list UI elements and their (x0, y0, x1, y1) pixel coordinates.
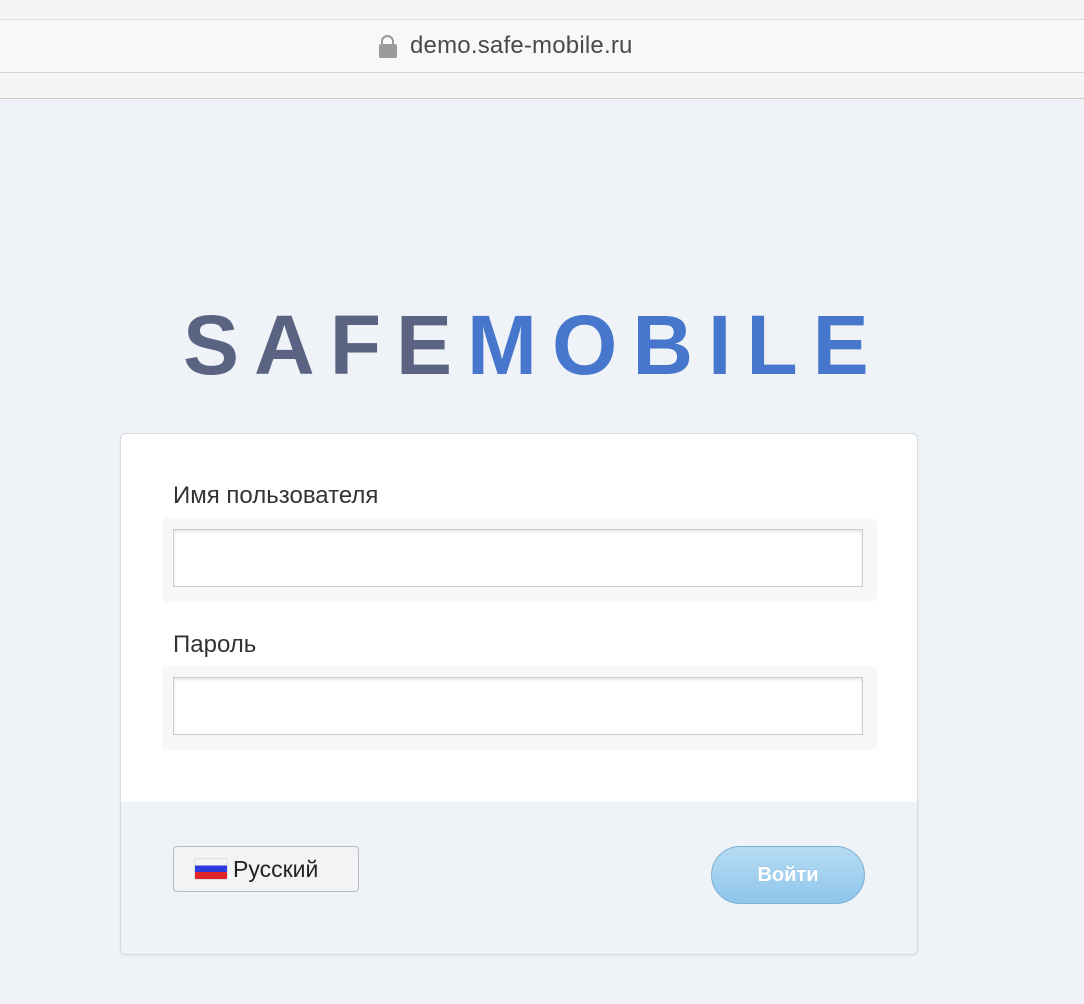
password-input[interactable] (173, 677, 863, 735)
address-bar-content: demo.safe-mobile.ru (378, 32, 633, 60)
lock-icon (378, 33, 398, 59)
browser-address-bar[interactable]: demo.safe-mobile.ru (0, 20, 1084, 73)
login-button[interactable]: Войти (711, 846, 865, 904)
login-panel: Имя пользователя Пароль Русский Войти (120, 433, 918, 955)
browser-toolbar-strip (0, 73, 1084, 99)
url-text[interactable]: demo.safe-mobile.ru (410, 32, 633, 60)
safemobile-logo: SAFEMOBILE (183, 300, 883, 390)
language-label: Русский (233, 855, 319, 882)
password-field-wrapper (162, 666, 877, 750)
username-label: Имя пользователя (173, 482, 379, 509)
login-panel-footer: Русский Войти (121, 802, 917, 954)
username-field-wrapper (162, 518, 877, 602)
password-label: Пароль (173, 631, 257, 658)
logo-part-mobile: MOBILE (467, 298, 884, 392)
language-select-button[interactable]: Русский (173, 846, 359, 892)
russia-flag-icon (195, 859, 227, 879)
username-input[interactable] (173, 529, 863, 587)
logo-part-safe: SAFE (183, 298, 468, 392)
browser-top-strip (0, 0, 1084, 20)
